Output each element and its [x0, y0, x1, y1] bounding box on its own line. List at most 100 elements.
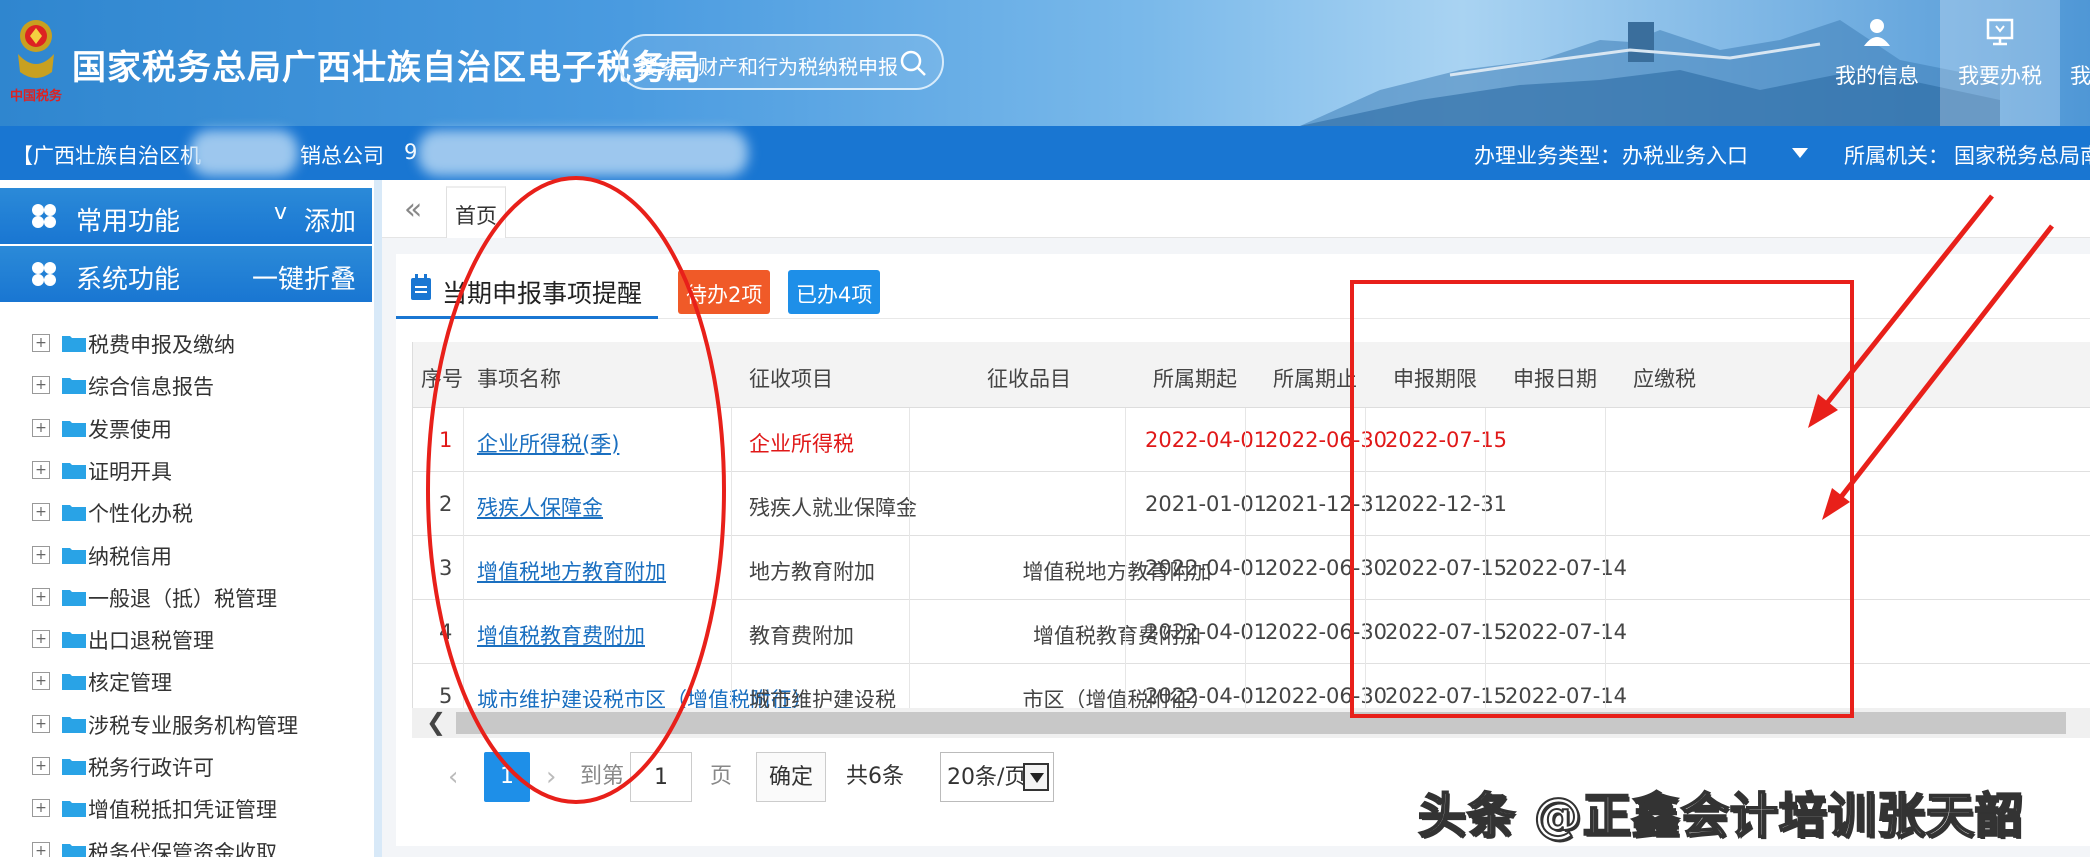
scroll-left-icon[interactable]: ❮ [426, 708, 446, 736]
confirm-button[interactable]: 确定 [756, 752, 826, 802]
search-input[interactable]: 搜索：财产和行为税纳税申报 [638, 51, 898, 80]
tab-bar: « 首页 [382, 180, 2090, 238]
expand-icon[interactable]: + [32, 418, 50, 437]
done-badge[interactable]: 已办4项 [788, 270, 881, 314]
todo-badge[interactable]: 待办2项 [678, 270, 771, 314]
table-row: 1 企业所得税(季) 企业所得税 2022-04-01 2022-06-30 2022-0… [413, 408, 2090, 472]
cell-item: 城市维护建设税 [749, 688, 896, 708]
site-title: 国家税务总局广西壮族自治区电子税务局 [72, 48, 702, 88]
folder-icon [62, 759, 86, 775]
table-row: 4 增值税教育费附加 教育费附加 增值税教育费附加 2022-04-01 2022-06-… [413, 600, 2090, 664]
nav-my-info[interactable]: 我的信息 [1820, 0, 1934, 126]
computer-icon [1986, 18, 2014, 46]
expand-icon[interactable]: + [32, 334, 50, 352]
tax-emblem-logo: 中国税务 [10, 20, 63, 104]
expand-icon[interactable]: + [32, 799, 50, 818]
expand-icon[interactable]: + [32, 503, 50, 522]
col-header-no: 序号 [421, 367, 463, 391]
cell-name[interactable]: 增值税教育费附加 [477, 620, 645, 650]
nav-do-tax[interactable]: 我要办税 [1940, 0, 2060, 126]
sidebar-tree-item-label: 涉税专业服务机构管理 [88, 713, 298, 738]
sidebar-tree-item-label: 纳税信用 [88, 544, 172, 569]
goto-page-input[interactable]: 1 [630, 752, 692, 802]
nav-more[interactable]: 我 [2070, 0, 2090, 126]
tab-home[interactable]: 首页 [446, 186, 506, 238]
panel-title: 当期申报事项提醒 [442, 279, 643, 308]
table-row: 3 增值税地方教育附加 地方教育附加 增值税地方教育附加 2022-04-01 2022-… [413, 536, 2090, 600]
cell-name[interactable]: 残疾人保障金 [477, 492, 603, 522]
prev-page-button[interactable]: ‹ [448, 752, 458, 802]
col-header-start: 所属期起 [1153, 367, 1237, 391]
expand-icon[interactable]: + [32, 587, 50, 606]
page-size-select[interactable]: 20条/页 [940, 752, 1054, 802]
column-divider [1245, 408, 1246, 708]
column-divider [1485, 408, 1486, 708]
main-content: « 首页 当期申报事项提醒 待办2项 已办4项 序号 事项名称 征收项目 征收品… [382, 180, 2090, 857]
column-divider [1365, 408, 1366, 708]
search-icon[interactable] [898, 48, 928, 78]
expand-icon[interactable]: + [32, 545, 50, 564]
horizontal-scrollbar[interactable]: ❮ [412, 708, 2090, 738]
expand-icon[interactable]: + [32, 757, 50, 775]
cell-deadline: 2022-12-31 [1385, 492, 1508, 516]
search-box[interactable]: 搜索：财产和行为税纳税申报 [618, 34, 944, 90]
expand-icon[interactable]: + [32, 460, 50, 479]
collapse-all-button[interactable]: 一键折叠 [252, 259, 356, 296]
column-divider [1125, 408, 1126, 708]
cell-start: 2022-04-01 [1145, 428, 1268, 452]
business-type-select[interactable]: 办税业务入口 [1622, 140, 1748, 170]
add-button[interactable]: 添加 [304, 201, 356, 238]
folder-icon [62, 589, 86, 606]
folder-icon [62, 336, 86, 352]
expand-icon[interactable]: + [32, 714, 50, 733]
top-header: 中国税务 国家税务总局广西壮族自治区电子税务局 搜索：财产和行为税纳税申报 我的… [0, 0, 2090, 126]
chevron-down-icon[interactable] [1023, 763, 1049, 791]
scrollbar-thumb[interactable] [456, 712, 2066, 734]
calendar-icon [411, 274, 431, 300]
sidebar-tree-item-label: 核定管理 [88, 671, 172, 696]
col-header-tax-due: 应缴税 [1633, 367, 1696, 391]
watermark: 头条 @正鑫会计培训张天韶 [1417, 787, 2024, 845]
current-page-button[interactable]: 1 [484, 752, 530, 802]
tax-id-prefix: 9 [404, 140, 418, 164]
active-tab-indicator [396, 316, 658, 319]
next-page-button[interactable]: › [546, 752, 556, 802]
system-functions-title: 系统功能 [76, 265, 181, 295]
goto-label: 到第 [580, 764, 625, 789]
redacted-company-name [190, 130, 298, 176]
common-functions-header[interactable]: 常用功能 v 添加 [0, 188, 372, 244]
expand-icon[interactable]: + [32, 376, 50, 395]
column-divider [463, 408, 464, 708]
authority-label: 所属机关： [1844, 144, 1949, 168]
folder-icon [62, 632, 86, 649]
collapse-sidebar-button[interactable]: « [404, 192, 422, 227]
col-header-end: 所属期止 [1273, 367, 1357, 391]
chevron-down-icon[interactable] [1792, 148, 1808, 158]
cell-start: 2022-04-01 [1145, 620, 1268, 644]
nav-do-tax-label: 我要办税 [1958, 64, 2042, 88]
system-functions-header[interactable]: 系统功能 一键折叠 [0, 246, 372, 302]
sidebar-tree-item-label: 出口退税管理 [88, 629, 214, 654]
expand-icon[interactable]: + [32, 672, 50, 691]
company-info-bar: 【广西壮族自治区机 销总公司 9 办理业务类型： 办税业务入口 所属机关： 国家… [0, 126, 2090, 180]
cell-name[interactable]: 增值税地方教育附加 [477, 556, 666, 586]
cell-no: 1 [439, 428, 453, 452]
col-header-filing-date: 申报日期 [1513, 367, 1597, 391]
business-type-label: 办理业务类型： [1474, 144, 1621, 168]
cell-end: 2022-06-30 [1265, 620, 1388, 644]
page-size-value: 20条/页 [947, 765, 1027, 790]
sidebar-tree-item-label: 税务代保管资金收取 [88, 840, 277, 857]
sidebar-tree-item-label: 综合信息报告 [88, 375, 214, 400]
cell-end: 2022-06-30 [1265, 556, 1388, 580]
cell-name[interactable]: 企业所得税(季) [477, 428, 619, 458]
cell-filing-date: 2022-07-14 [1505, 620, 1628, 644]
chevron-down-icon[interactable]: v [274, 200, 287, 225]
expand-icon[interactable]: + [32, 630, 50, 649]
folder-icon [62, 505, 86, 522]
sidebar: 常用功能 v 添加 系统功能 一键折叠 + 税费申报及缴纳 + 综合信息报告 + 发票使用… [0, 180, 382, 857]
cell-filing-date: 2022-07-14 [1505, 556, 1628, 580]
expand-icon[interactable]: + [32, 841, 50, 857]
redacted-tax-id [418, 130, 748, 176]
sidebar-scrollbar[interactable] [374, 180, 382, 857]
cell-item: 地方教育附加 [749, 560, 875, 584]
